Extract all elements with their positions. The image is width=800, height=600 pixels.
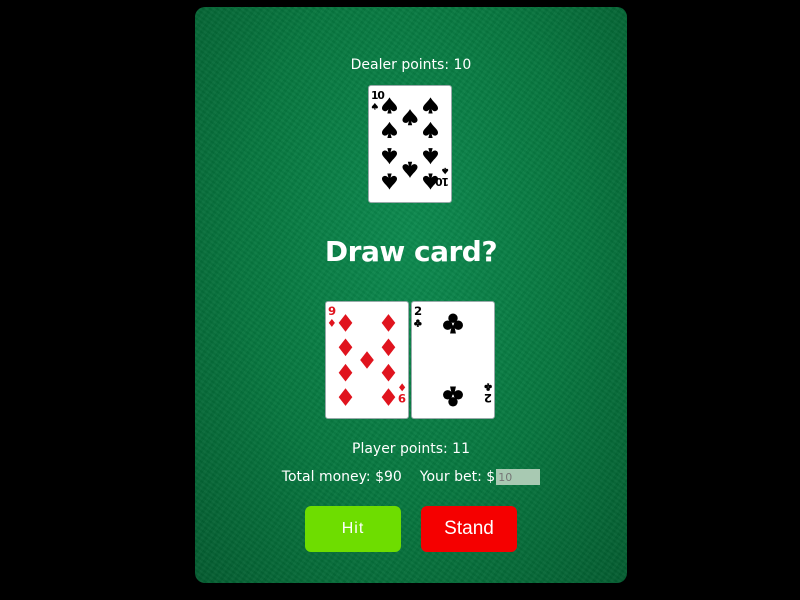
corner-rank-inverted: 10 xyxy=(436,175,449,188)
draw-card-prompt: Draw card? xyxy=(324,235,498,268)
player-card-nine-of-diamonds: 9 9 xyxy=(325,301,409,419)
bet-label: Your bet: $ xyxy=(419,469,496,485)
ten-of-spades-face: 10 10 xyxy=(371,89,449,190)
corner-rank-inverted: 2 xyxy=(484,391,492,405)
two-of-clubs-face: 2 2 xyxy=(414,304,492,407)
dealer-points-label: Dealer points: 10 xyxy=(350,57,472,73)
game-table: Dealer points: 10 10 10 Draw card? 9 9 2… xyxy=(195,7,627,583)
dealer-card-ten-of-spades: 10 10 xyxy=(368,85,452,203)
money-row: Total money: $90 Your bet: $ xyxy=(195,469,627,485)
corner-rank: 2 xyxy=(414,304,422,318)
player-points-label: Player points: 11 xyxy=(352,441,470,457)
stand-button[interactable]: Stand xyxy=(421,506,517,552)
corner-rank: 9 xyxy=(328,304,336,318)
nine-of-diamonds-face: 9 9 xyxy=(328,304,406,406)
hit-button[interactable]: Hit xyxy=(305,506,401,552)
corner-rank-inverted: 9 xyxy=(398,391,406,405)
bet-input[interactable] xyxy=(496,469,541,485)
corner-rank: 10 xyxy=(371,89,384,102)
player-card-two-of-clubs: 2 2 xyxy=(411,301,495,419)
total-money-label: Total money: $90 xyxy=(281,469,402,485)
